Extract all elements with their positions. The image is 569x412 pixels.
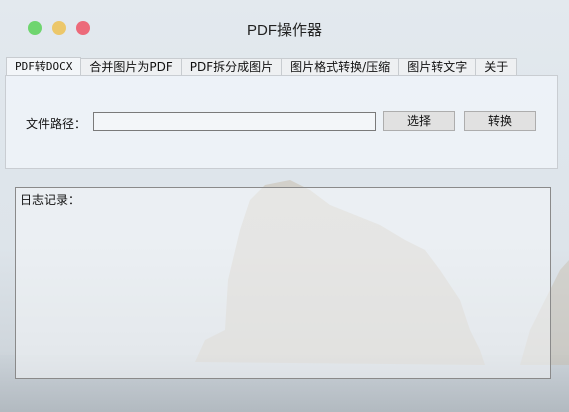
tab-image-to-text[interactable]: 图片转文字 (398, 58, 477, 75)
log-area[interactable]: 日志记录： (15, 187, 551, 379)
window-title: PDF操作器 (246, 22, 322, 39)
tab-about[interactable]: 关于 (475, 58, 518, 75)
tab-merge-images-to-pdf[interactable]: 合并图片为PDF (80, 58, 182, 75)
tab-panel-pdf-to-docx: 文件路径： 选择 转换 (5, 75, 558, 169)
select-file-button[interactable]: 选择 (383, 111, 455, 131)
file-path-input[interactable] (93, 112, 376, 131)
tab-image-format-convert[interactable]: 图片格式转换/压缩 (281, 58, 400, 75)
file-path-label: 文件路径： (26, 117, 87, 131)
tab-pdf-to-docx[interactable]: PDF转DOCX (6, 57, 82, 76)
tab-bar: PDF转DOCX 合并图片为PDF PDF拆分成图片 图片格式转换/压缩 图片转… (6, 57, 518, 76)
title-bar: PDF操作器 (0, 0, 569, 58)
log-label: 日志记录： (20, 193, 81, 207)
tab-split-pdf-to-images[interactable]: PDF拆分成图片 (180, 58, 283, 75)
convert-button[interactable]: 转换 (464, 111, 536, 131)
